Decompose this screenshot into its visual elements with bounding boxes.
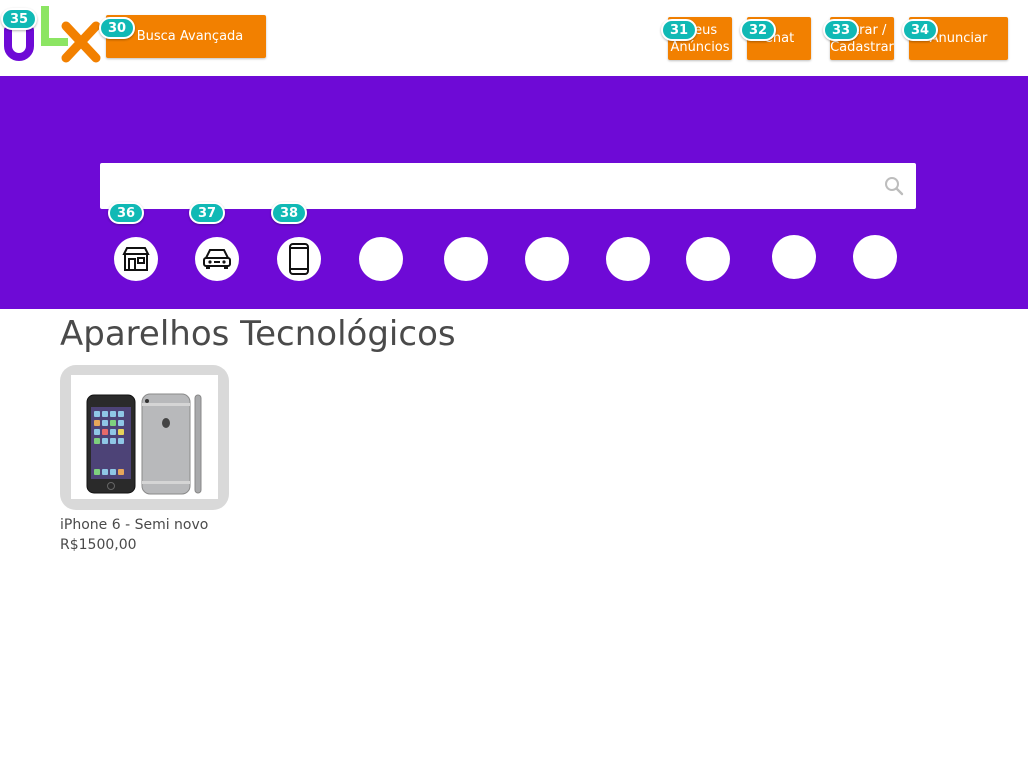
- label-badge: 38: [271, 202, 307, 224]
- label-badge: 32: [740, 19, 776, 41]
- listing-title[interactable]: iPhone 6 - Semi novo: [60, 517, 208, 533]
- category-item[interactable]: [606, 237, 650, 281]
- category-cars[interactable]: [195, 237, 239, 281]
- label-badge: 30: [99, 17, 135, 39]
- listing-image[interactable]: [71, 375, 218, 499]
- label-badge: 36: [108, 202, 144, 224]
- category-real-estate[interactable]: [114, 237, 158, 281]
- label-badge: 35: [1, 8, 37, 30]
- category-item[interactable]: [444, 237, 488, 281]
- advanced-search-label: Busca Avançada: [136, 29, 244, 44]
- label-badge: 31: [661, 19, 697, 41]
- iphone-6-photo: [86, 393, 202, 495]
- section-title: Aparelhos Tecnológicos: [60, 314, 456, 354]
- post-ad-label: Anunciar: [929, 31, 988, 46]
- label-badge: 34: [902, 19, 938, 41]
- listing-price: R$1500,00: [60, 537, 137, 553]
- car-icon: [203, 249, 231, 269]
- category-item[interactable]: [359, 237, 403, 281]
- category-item[interactable]: [686, 237, 730, 281]
- real-estate-icon: [122, 247, 150, 271]
- label-badge: 37: [189, 202, 225, 224]
- category-item[interactable]: [853, 235, 897, 279]
- phone-icon: [289, 243, 309, 275]
- label-badge: 33: [823, 19, 859, 41]
- search-icon[interactable]: [884, 176, 904, 196]
- category-item[interactable]: [525, 237, 569, 281]
- search-bar: [100, 163, 916, 209]
- category-item[interactable]: [772, 235, 816, 279]
- category-phones[interactable]: [277, 237, 321, 281]
